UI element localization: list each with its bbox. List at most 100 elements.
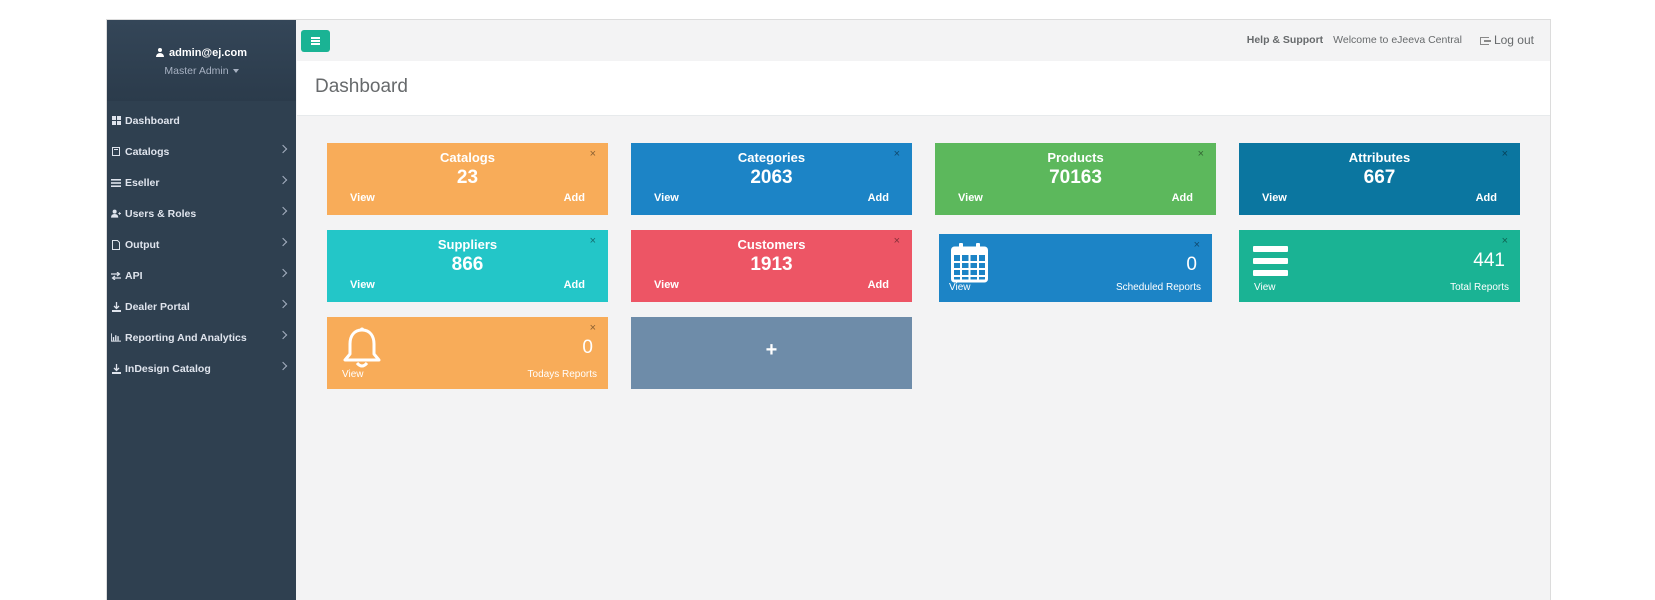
hamburger-icon [311, 37, 320, 45]
view-link[interactable]: View [1254, 282, 1276, 293]
chevron-right-icon [278, 361, 288, 371]
sidebar-item-label: Users & Roles [125, 207, 197, 220]
view-link[interactable]: View [350, 279, 375, 291]
widget-count: 0 [1186, 254, 1197, 275]
sidebar-item-label: API [125, 269, 143, 282]
user-role-dropdown[interactable]: Master Admin [107, 65, 296, 77]
user-role: Master Admin [164, 65, 229, 77]
chevron-right-icon [278, 237, 288, 247]
app-frame: admin@ej.com Master Admin Dashboard Cata… [106, 19, 1551, 600]
close-icon[interactable]: × [1198, 148, 1204, 160]
close-icon[interactable]: × [1194, 239, 1200, 251]
sidebar-item-label: Output [125, 238, 160, 251]
widget-count: 2063 [750, 167, 793, 188]
help-support-link[interactable]: Help & Support [1247, 34, 1323, 46]
catalogs-widget: Catalogs 23 View Add × [327, 143, 608, 215]
sidebar-item-catalogs[interactable]: Catalogs [107, 136, 296, 167]
widget-count: 70163 [1049, 167, 1102, 188]
sidebar-item-dashboard[interactable]: Dashboard [107, 105, 296, 136]
view-link[interactable]: View [949, 282, 971, 293]
sidebar-item-reporting[interactable]: Reporting And Analytics [107, 322, 296, 353]
download-icon [111, 301, 121, 312]
download-icon [111, 363, 121, 374]
view-link[interactable]: View [1262, 192, 1287, 204]
sidebar-item-api[interactable]: API [107, 260, 296, 291]
widget-title: Categories [737, 150, 806, 165]
scheduled-reports-widget: 0 View Scheduled Reports × [939, 234, 1212, 302]
chevron-right-icon [278, 144, 288, 154]
add-link[interactable]: Add [1476, 192, 1497, 204]
add-link[interactable]: Add [564, 192, 585, 204]
menu-toggle-button[interactable] [301, 30, 330, 52]
widget-label: Scheduled Reports [1115, 282, 1201, 293]
list-icon [111, 178, 121, 188]
sidebar-item-label: Dashboard [125, 114, 180, 127]
chevron-right-icon [278, 268, 288, 278]
sidebar-item-label: InDesign Catalog [125, 362, 211, 375]
categories-widget: Categories 2063 View Add × [631, 143, 912, 215]
user-email-row[interactable]: admin@ej.com [107, 47, 296, 59]
bar-chart-icon [111, 333, 121, 343]
sidebar: admin@ej.com Master Admin Dashboard Cata… [107, 20, 296, 600]
sign-out-icon [1479, 37, 1491, 45]
profile-panel: admin@ej.com Master Admin [107, 20, 296, 101]
widget-count: 0 [582, 337, 593, 358]
sidebar-nav: Dashboard Catalogs Eseller Users & Roles… [107, 105, 296, 384]
widget-count: 1913 [750, 254, 793, 275]
view-link[interactable]: View [350, 192, 375, 204]
close-icon[interactable]: × [590, 148, 596, 160]
chevron-right-icon [278, 299, 288, 309]
sidebar-item-indesign-catalog[interactable]: InDesign Catalog [107, 353, 296, 384]
attributes-widget: Attributes 667 View Add × [1239, 143, 1520, 215]
book-icon [111, 147, 121, 157]
chevron-right-icon [278, 206, 288, 216]
page-heading: Dashboard [297, 61, 1550, 116]
sidebar-item-output[interactable]: Output [107, 229, 296, 260]
customers-widget: Customers 1913 View Add × [631, 230, 912, 302]
add-link[interactable]: Add [564, 279, 585, 291]
close-icon[interactable]: × [1502, 148, 1508, 160]
close-icon[interactable]: × [894, 235, 900, 247]
sidebar-item-eseller[interactable]: Eseller [107, 167, 296, 198]
users-icon [111, 209, 121, 219]
close-icon[interactable]: × [590, 235, 596, 247]
widget-count: 667 [1363, 167, 1396, 188]
widget-title: Suppliers [437, 237, 498, 252]
top-links: Help & Support Welcome to eJeeva Central… [1247, 33, 1534, 47]
list-icon [1253, 246, 1288, 281]
products-widget: Products 70163 View Add × [935, 143, 1216, 215]
widget-title: Attributes [1348, 150, 1411, 165]
view-link[interactable]: View [654, 279, 679, 291]
close-icon[interactable]: × [894, 148, 900, 160]
view-link[interactable]: View [958, 192, 983, 204]
user-email: admin@ej.com [169, 47, 247, 59]
total-reports-widget: 441 View Total Reports × [1239, 230, 1520, 302]
welcome-text: Welcome to eJeeva Central [1333, 34, 1462, 46]
close-icon[interactable]: × [1502, 235, 1508, 247]
sidebar-item-label: Catalogs [125, 145, 170, 158]
bell-icon [343, 327, 381, 374]
caret-down-icon [232, 69, 239, 74]
widget-label: Todays Reports [527, 369, 597, 380]
sidebar-item-users-roles[interactable]: Users & Roles [107, 198, 296, 229]
sidebar-item-label: Eseller [125, 176, 160, 189]
user-icon [156, 48, 165, 57]
widget-count: 866 [451, 254, 484, 275]
todays-reports-widget: 0 View Todays Reports × [327, 317, 608, 389]
top-navbar: Help & Support Welcome to eJeeva Central… [297, 20, 1550, 60]
file-pdf-icon [111, 239, 121, 250]
add-link[interactable]: Add [868, 279, 889, 291]
add-widget-button[interactable]: + [631, 317, 912, 389]
chevron-right-icon [278, 330, 288, 340]
close-icon[interactable]: × [590, 322, 596, 334]
logout-label: Log out [1493, 33, 1534, 47]
dashboard-icon [111, 116, 121, 126]
view-link[interactable]: View [654, 192, 679, 204]
view-link[interactable]: View [342, 369, 364, 380]
add-link[interactable]: Add [868, 192, 889, 204]
widget-title: Catalogs [440, 150, 495, 165]
sidebar-item-dealer-portal[interactable]: Dealer Portal [107, 291, 296, 322]
add-link[interactable]: Add [1172, 192, 1193, 204]
widget-title: Customers [737, 237, 806, 252]
logout-link[interactable]: Log out [1479, 33, 1534, 47]
